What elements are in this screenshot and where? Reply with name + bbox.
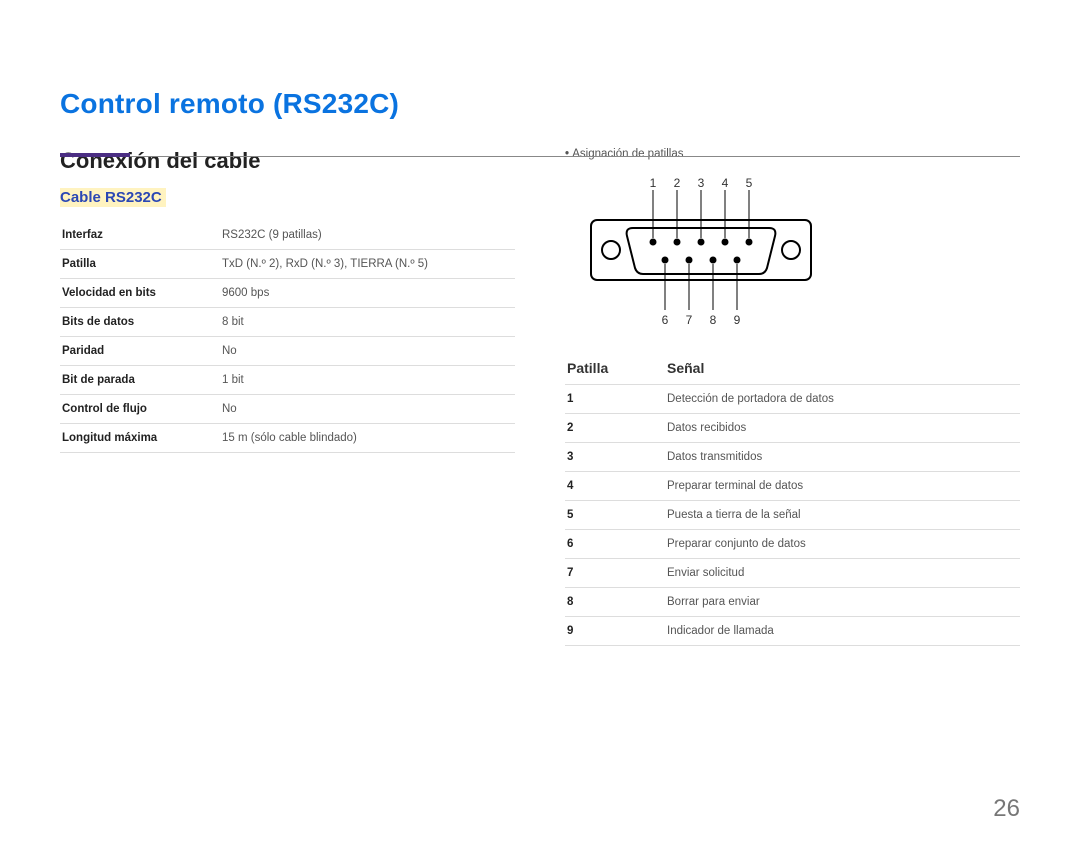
right-column: Asignación de patillas 12345 6789 Patill xyxy=(565,148,1020,646)
spec-row: PatillaTxD (N.º 2), RxD (N.º 3), TIERRA … xyxy=(60,250,515,279)
left-column: Conexión del cable Cable RS232C Interfaz… xyxy=(60,148,515,646)
pin-number: 1 xyxy=(565,385,665,414)
signal-header: Señal xyxy=(665,352,1020,385)
pin-row: 3Datos transmitidos xyxy=(565,443,1020,472)
pin-label-bottom: 7 xyxy=(686,313,693,327)
spec-label: Control de flujo xyxy=(60,395,220,424)
pin-row: 7Enviar solicitud xyxy=(565,559,1020,588)
pin-label-top: 2 xyxy=(674,176,681,190)
spec-value: No xyxy=(220,395,515,424)
spec-row: Velocidad en bits9600 bps xyxy=(60,279,515,308)
spec-value: 15 m (sólo cable blindado) xyxy=(220,424,515,453)
spec-value: No xyxy=(220,337,515,366)
pin-row: 9Indicador de llamada xyxy=(565,617,1020,646)
spec-label: Patilla xyxy=(60,250,220,279)
pin-signal: Preparar terminal de datos xyxy=(665,472,1020,501)
spec-label: Bits de datos xyxy=(60,308,220,337)
page-number: 26 xyxy=(993,795,1020,823)
pin-number: 3 xyxy=(565,443,665,472)
pin-label-bottom: 8 xyxy=(710,313,717,327)
pin-number: 6 xyxy=(565,530,665,559)
pin-label-top: 1 xyxy=(650,176,657,190)
pin-signal-table: Patilla Señal 1Detección de portadora de… xyxy=(565,352,1020,646)
pin-row: 2Datos recibidos xyxy=(565,414,1020,443)
spec-value: TxD (N.º 2), RxD (N.º 3), TIERRA (N.º 5) xyxy=(220,250,515,279)
pin-number: 9 xyxy=(565,617,665,646)
pin-signal: Enviar solicitud xyxy=(665,559,1020,588)
pin-signal: Indicador de llamada xyxy=(665,617,1020,646)
pin-number: 5 xyxy=(565,501,665,530)
spec-label: Velocidad en bits xyxy=(60,279,220,308)
spec-value: 9600 bps xyxy=(220,279,515,308)
page-title: Control remoto (RS232C) xyxy=(60,88,1020,120)
pin-label-top: 4 xyxy=(722,176,729,190)
pin-row: 4Preparar terminal de datos xyxy=(565,472,1020,501)
spec-row: ParidadNo xyxy=(60,337,515,366)
pin-row: 6Preparar conjunto de datos xyxy=(565,530,1020,559)
spec-label: Paridad xyxy=(60,337,220,366)
pin-number: 2 xyxy=(565,414,665,443)
spec-label: Longitud máxima xyxy=(60,424,220,453)
spec-row: Bit de parada1 bit xyxy=(60,366,515,395)
pin-signal: Preparar conjunto de datos xyxy=(665,530,1020,559)
spec-value: 1 bit xyxy=(220,366,515,395)
pin-label-top: 5 xyxy=(746,176,753,190)
db9-connector-diagram: 1 2 3 4 5 6 7 8 9 xyxy=(571,172,831,332)
content-columns: Conexión del cable Cable RS232C Interfaz… xyxy=(60,148,1020,646)
spec-row: Bits de datos8 bit xyxy=(60,308,515,337)
cable-spec-table: InterfazRS232C (9 patillas)PatillaTxD (N… xyxy=(60,221,515,453)
pin-number: 7 xyxy=(565,559,665,588)
spec-row: Longitud máxima15 m (sólo cable blindado… xyxy=(60,424,515,453)
spec-label: Interfaz xyxy=(60,221,220,250)
spec-row: InterfazRS232C (9 patillas) xyxy=(60,221,515,250)
pin-signal: Datos transmitidos xyxy=(665,443,1020,472)
section-heading: Conexión del cable xyxy=(60,148,515,174)
pin-signal: Detección de portadora de datos xyxy=(665,385,1020,414)
pin-number: 8 xyxy=(565,588,665,617)
header-rule xyxy=(60,156,1020,157)
pin-assignment-label: Asignación de patillas xyxy=(565,148,1020,160)
pin-row: 5Puesta a tierra de la señal xyxy=(565,501,1020,530)
pin-header: Patilla xyxy=(565,352,665,385)
pin-signal: Datos recibidos xyxy=(665,414,1020,443)
spec-label: Bit de parada xyxy=(60,366,220,395)
pin-signal: Puesta a tierra de la señal xyxy=(665,501,1020,530)
spec-value: RS232C (9 patillas) xyxy=(220,221,515,250)
cable-heading: Cable RS232C xyxy=(60,188,166,207)
spec-value: 8 bit xyxy=(220,308,515,337)
pin-row: 8Borrar para enviar xyxy=(565,588,1020,617)
pin-row: 1Detección de portadora de datos xyxy=(565,385,1020,414)
pin-number: 4 xyxy=(565,472,665,501)
pin-label-top: 3 xyxy=(698,176,705,190)
pin-signal: Borrar para enviar xyxy=(665,588,1020,617)
pin-label-bottom: 9 xyxy=(734,313,741,327)
spec-row: Control de flujoNo xyxy=(60,395,515,424)
header-accent xyxy=(60,153,130,157)
pin-label-bottom: 6 xyxy=(662,313,669,327)
